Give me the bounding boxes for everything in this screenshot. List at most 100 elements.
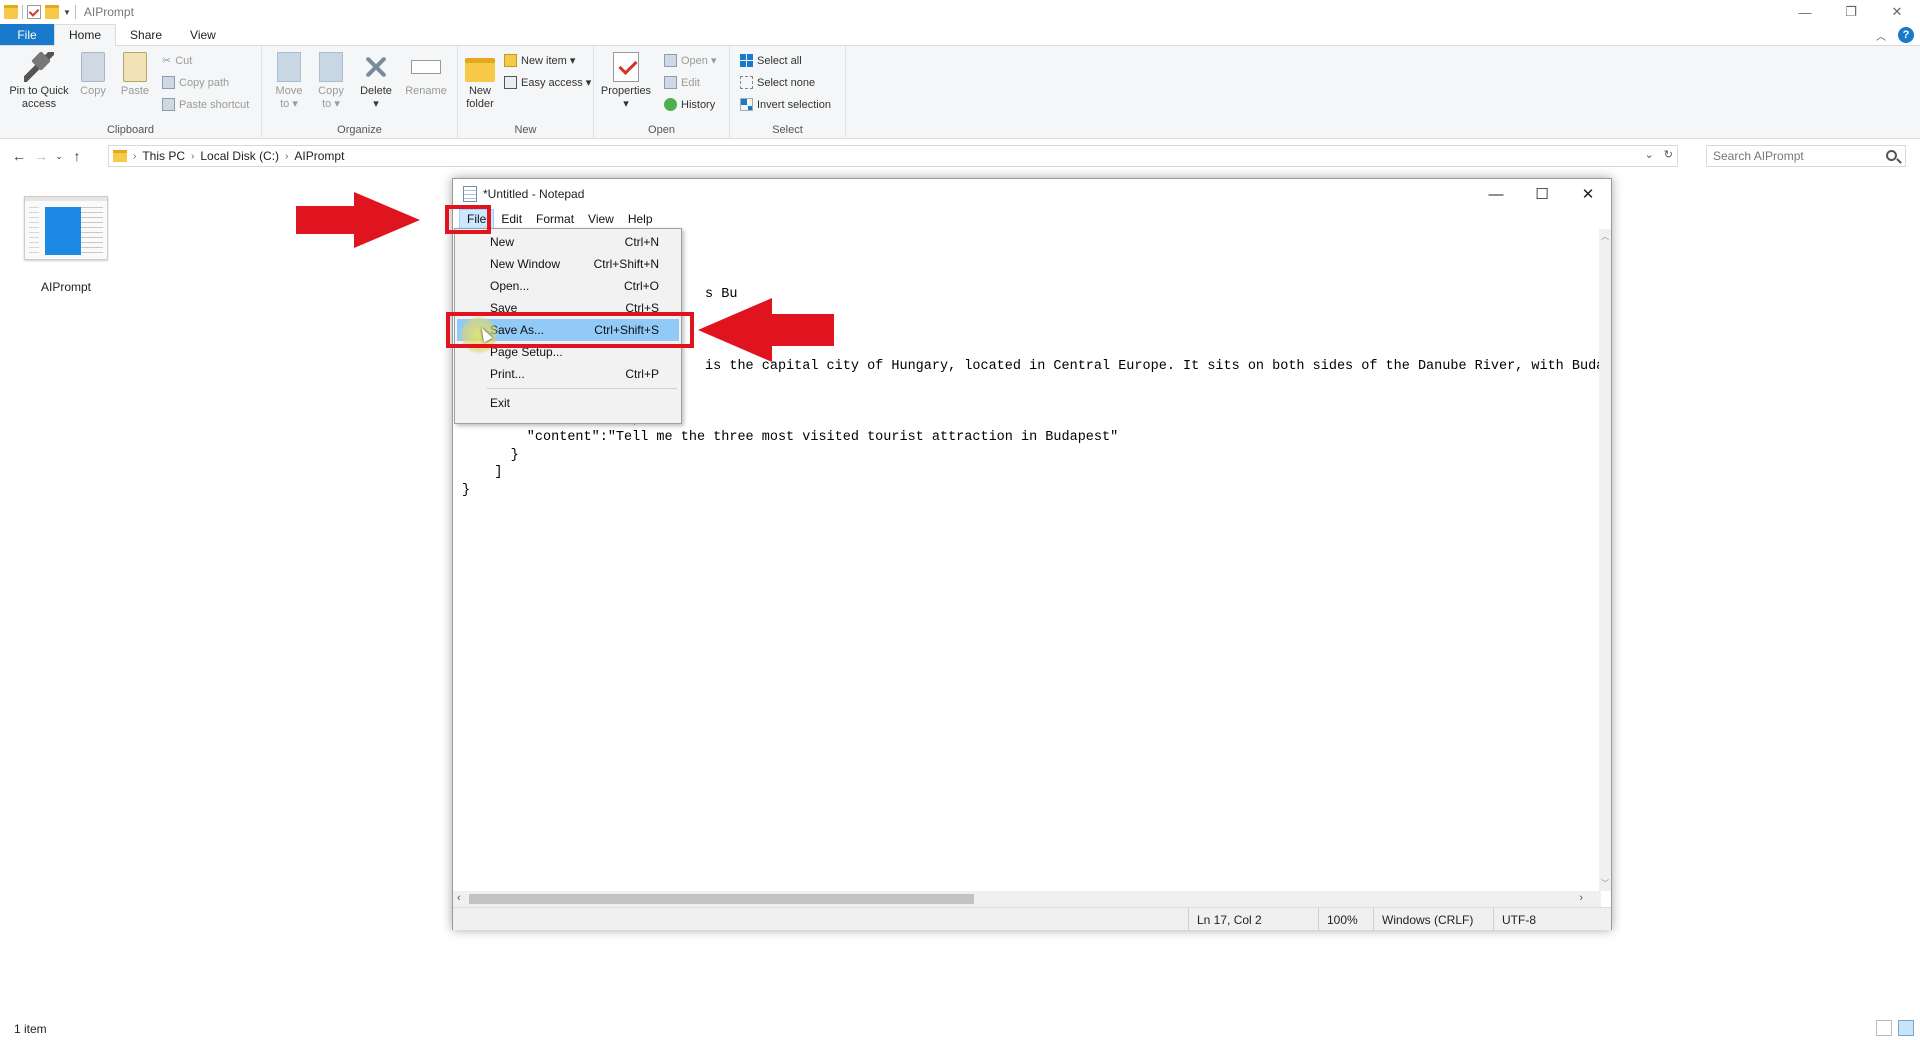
paste-button[interactable]: Paste [120,52,150,98]
menu-help[interactable]: Help [621,209,660,229]
copy-to-icon [319,52,343,82]
open-group: Properties ▾ Open ▾ Edit History Open [594,46,730,139]
delete-button[interactable]: Delete ▾ [356,52,396,111]
history-button[interactable]: History [664,98,715,111]
vertical-scrollbar[interactable]: ︿ ﹀ [1599,229,1611,891]
chevron-right-icon[interactable]: › [285,151,288,162]
paste-shortcut-button[interactable]: Paste shortcut [162,98,249,111]
search-icon[interactable] [1886,150,1897,161]
ribbon: Pin to Quick access Copy Paste ✂ Cut Cop… [0,46,1920,139]
history-icon [664,98,677,111]
collapse-ribbon-icon[interactable]: ︿ [1876,28,1886,43]
menu-view[interactable]: View [581,209,621,229]
group-label: Select [772,124,803,136]
menu-item-exit[interactable]: Exit [457,392,679,414]
invert-selection-button[interactable]: Invert selection [740,98,831,111]
tab-home[interactable]: Home [54,24,117,46]
chevron-right-icon[interactable]: › [191,151,194,162]
refresh-icon[interactable]: ↻ [1664,148,1673,161]
close-button[interactable]: ✕ [1565,179,1611,209]
select-all-button[interactable]: Select all [740,54,802,67]
up-icon[interactable]: ↑ [66,148,88,164]
folder-icon [113,150,127,162]
paste-icon [123,52,147,82]
breadcrumb-local-disk[interactable]: Local Disk (C:) [200,149,279,163]
ribbon-tabs: File Home Share View ︿ ? [0,24,1920,46]
minimize-button[interactable]: — [1473,179,1519,209]
horizontal-scrollbar[interactable]: ‹ › [453,891,1601,907]
customize-toolbar-icon[interactable]: ▼ [63,8,71,17]
menu-item-print[interactable]: Print... Ctrl+P [457,363,679,385]
move-to-icon [277,52,301,82]
properties-icon[interactable] [27,5,41,19]
ribbon-right-controls: ︿ ? [1876,24,1920,46]
tab-share[interactable]: Share [116,24,176,45]
scroll-left-icon[interactable]: ‹ [457,892,461,904]
minimize-button[interactable]: — [1782,0,1828,24]
copy-button[interactable]: Copy [78,52,108,98]
clipboard-group: Pin to Quick access Copy Paste ✂ Cut Cop… [0,46,262,139]
back-icon[interactable]: ← [8,148,30,164]
copy-to-button[interactable]: Copy to ▾ [314,52,348,111]
help-icon[interactable]: ? [1898,27,1914,43]
notepad-menu-bar: File Edit Format View Help [453,209,1611,229]
close-button[interactable]: ✕ [1874,0,1920,24]
paste-shortcut-icon [162,98,175,111]
new-folder-button[interactable]: New folder [460,52,500,111]
menu-item-new[interactable]: New Ctrl+N [457,231,679,253]
maximize-button[interactable]: ☐ [1519,179,1565,209]
cut-button[interactable]: ✂ Cut [162,54,192,68]
menu-edit[interactable]: Edit [494,209,529,229]
explorer-title-bar: ▼ AIPrompt — ❐ ✕ [0,0,1920,24]
breadcrumb-this-pc[interactable]: This PC [142,149,185,163]
select-none-button[interactable]: Select none [740,76,815,89]
scroll-down-icon[interactable]: ﹀ [1599,878,1611,889]
file-name: AIPrompt [40,280,91,294]
scroll-right-icon[interactable]: › [1579,892,1583,904]
scissors-icon: ✂ [162,55,172,67]
edit-button[interactable]: Edit [664,76,700,89]
line-ending: Windows (CRLF) [1373,908,1493,931]
text-line: ] [462,465,503,481]
group-label: Open [648,124,675,136]
menu-item-new-window[interactable]: New Window Ctrl+Shift+N [457,253,679,275]
menu-item-open[interactable]: Open... Ctrl+O [457,275,679,297]
toolbar-separator [74,5,76,19]
tab-view[interactable]: View [176,24,230,45]
search-input[interactable]: Search AIPrompt [1706,145,1906,167]
invert-selection-icon [740,98,753,111]
new-item-icon [504,54,517,67]
large-icons-view-icon[interactable] [1898,1020,1914,1036]
menu-format[interactable]: Format [529,209,581,229]
recent-locations-icon[interactable]: ⌄ [52,151,66,162]
rename-button[interactable]: Rename [402,52,450,98]
forward-icon[interactable]: → [30,148,52,164]
new-folder-icon[interactable] [45,5,59,19]
scroll-up-icon[interactable]: ︿ [1599,231,1611,242]
breadcrumb-aiprompt[interactable]: AIPrompt [294,149,344,163]
pin-to-quick-access-button[interactable]: Pin to Quick access [6,52,72,111]
search-placeholder: Search AIPrompt [1713,149,1804,163]
address-bar[interactable]: › This PC › Local Disk (C:) › AIPrompt ⌄… [108,145,1678,167]
copy-path-button[interactable]: Copy path [162,76,229,89]
chevron-right-icon[interactable]: › [133,151,136,162]
move-to-button[interactable]: Move to ▾ [272,52,306,111]
restore-button[interactable]: ❐ [1828,0,1874,24]
new-item-button[interactable]: New item ▾ [504,54,575,67]
file-item[interactable]: AIPrompt [20,196,112,294]
cursor-position: Ln 17, Col 2 [1188,908,1318,931]
folder-icon[interactable] [4,5,18,19]
open-button[interactable]: Open ▾ [664,54,717,67]
edit-icon [664,76,677,89]
group-label: Clipboard [106,124,155,136]
quick-access-toolbar: ▼ [0,5,76,19]
select-none-icon [740,76,753,89]
scrollbar-thumb[interactable] [469,894,974,904]
tab-file[interactable]: File [0,24,54,45]
details-view-icon[interactable] [1876,1020,1892,1036]
chevron-down-icon[interactable]: ⌄ [1645,148,1654,161]
arrow-right-icon [296,192,420,248]
window-controls: — ❐ ✕ [1782,0,1920,24]
properties-button[interactable]: Properties ▾ [600,52,652,111]
easy-access-button[interactable]: Easy access ▾ [504,76,591,89]
